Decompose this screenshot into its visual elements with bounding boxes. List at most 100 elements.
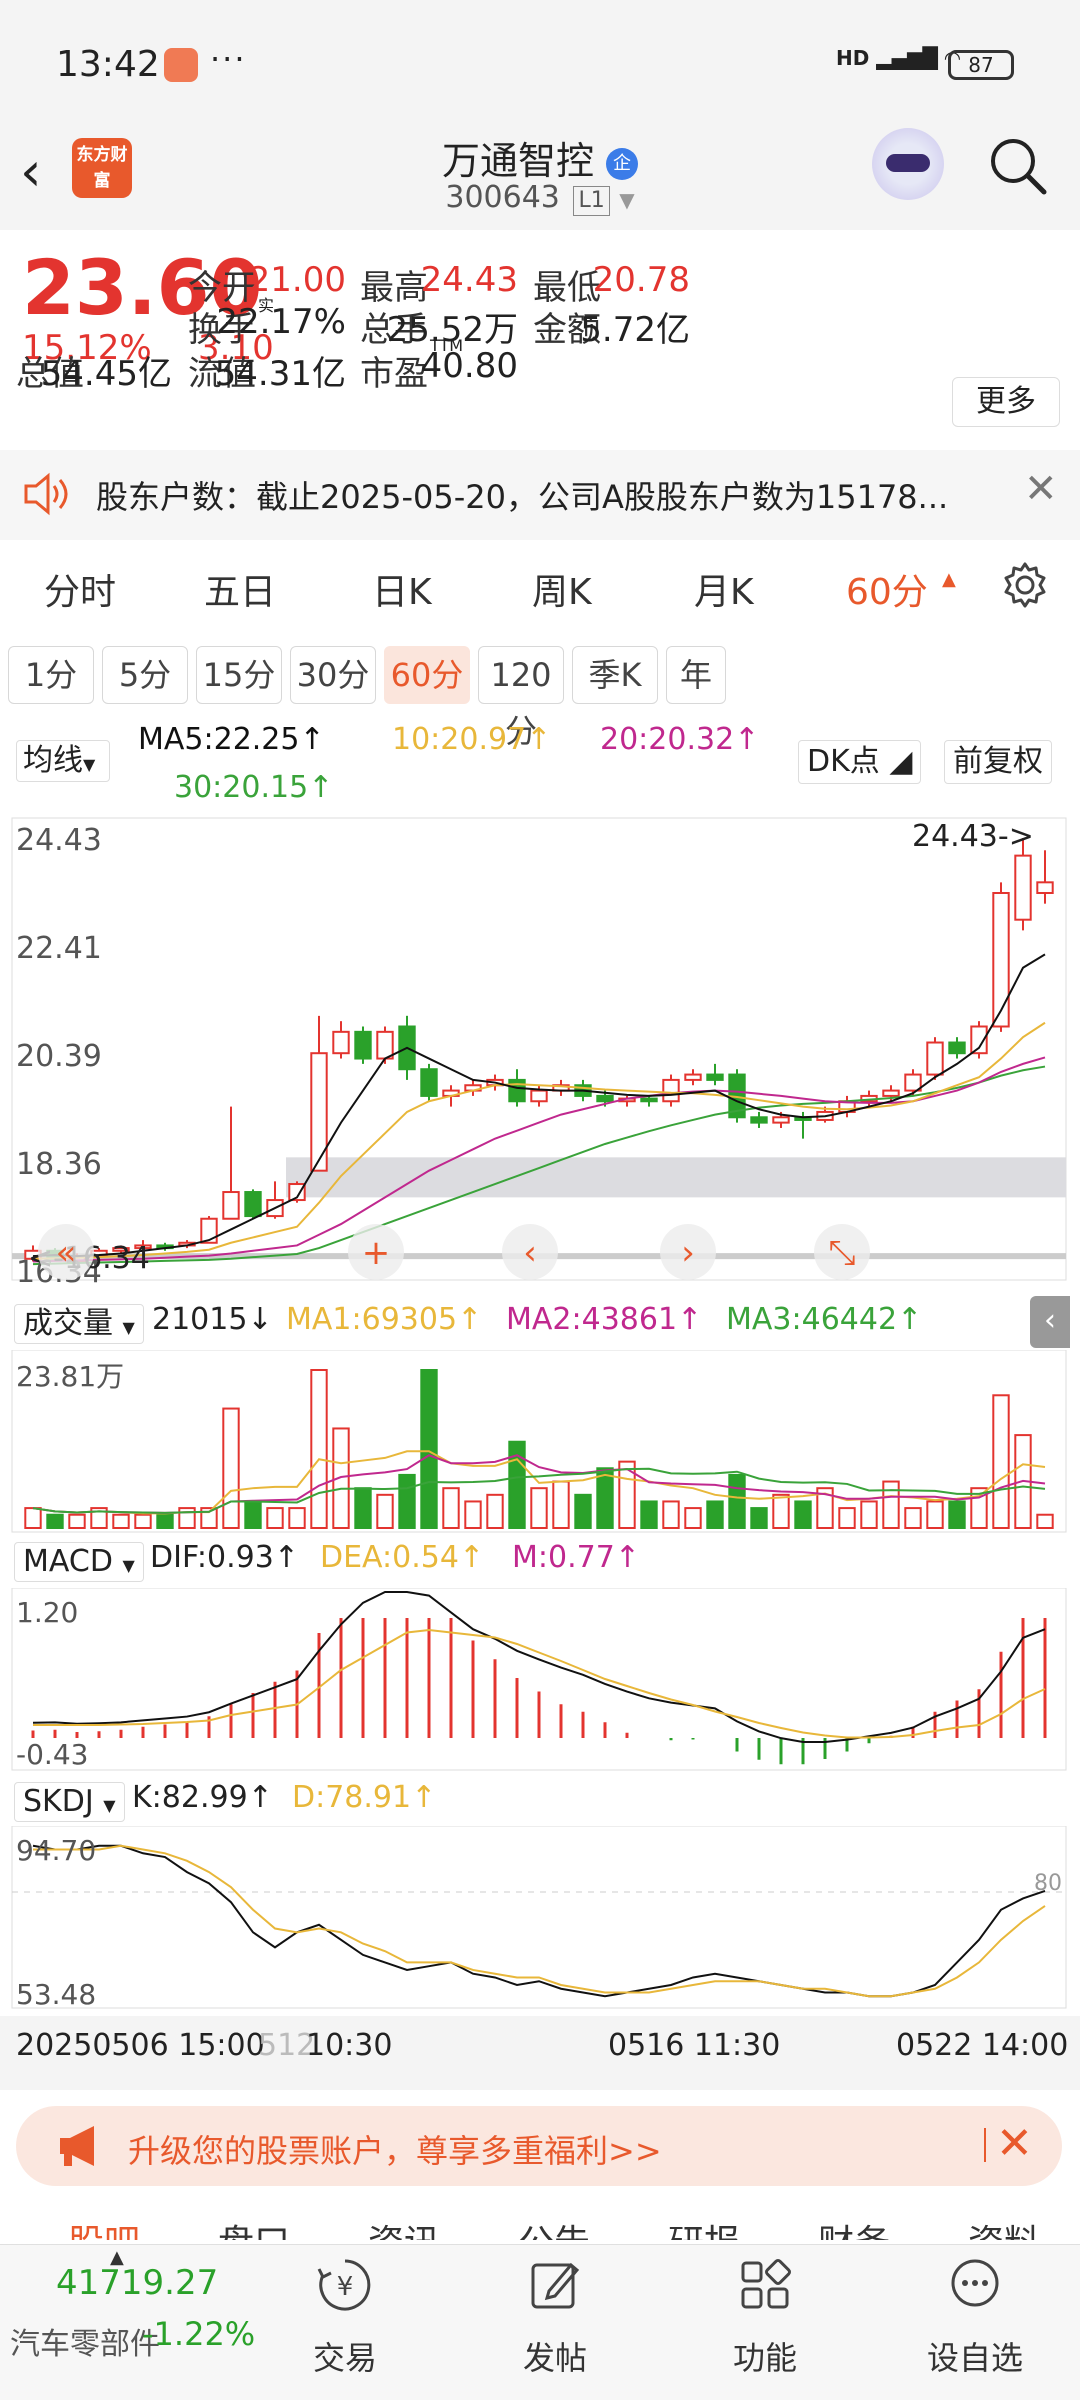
tab-period-5[interactable]: 60分 xyxy=(846,563,928,615)
post-button[interactable]: 发帖 xyxy=(490,2255,620,2379)
interval-tabs: 1分 5分 15分 30分 60分 120分 季K 年 xyxy=(0,640,1080,750)
promo-banner[interactable]: 升级您的股票账户，尊享多重福利>> ✕ xyxy=(16,2106,1062,2186)
macd-m: M:0.77↑ xyxy=(512,1540,640,1575)
status-bar: 13:42 ··· HD ▂▄▆█ ◠ 87 xyxy=(0,0,1080,130)
skdj-y-label-0: 94.70 xyxy=(16,1834,96,1867)
skdj-chart[interactable]: 94.70 53.48 80 xyxy=(0,1826,1080,2016)
caret-up-icon: ▲ xyxy=(942,569,956,590)
volume-bar xyxy=(684,1507,702,1529)
volume-selector[interactable]: 成交量 ▼ xyxy=(14,1304,144,1344)
volume-bar xyxy=(948,1500,966,1529)
sector-index-value[interactable]: 41719.27 xyxy=(56,2263,218,2303)
chat-dots-icon xyxy=(951,2259,999,2307)
more-button[interactable]: 更多 xyxy=(952,377,1060,427)
trade-button[interactable]: ¥ 交易 xyxy=(280,2255,410,2379)
trade-label: 交易 xyxy=(312,2339,377,2377)
resistance-zone xyxy=(286,1157,1066,1198)
adjust-selector[interactable]: 前复权 xyxy=(944,740,1052,784)
tab-interval-3[interactable]: 30分 xyxy=(290,646,376,704)
time-label-1b: 10:30 xyxy=(306,2028,393,2063)
content-tab-3[interactable]: 公告 xyxy=(518,2214,590,2240)
kline-y-label-0: 24.43 xyxy=(16,823,102,858)
macd-dea: DEA:0.54↑ xyxy=(320,1540,485,1575)
volume-chart[interactable]: 23.81万 xyxy=(0,1350,1080,1536)
macd-chart[interactable]: 1.20 -0.43 xyxy=(0,1588,1080,1774)
candle-body xyxy=(684,1073,702,1081)
quote-value-1: 24.43 xyxy=(420,260,518,300)
function-button[interactable]: 功能 xyxy=(700,2255,830,2379)
content-tab-4[interactable]: 研报 xyxy=(668,2214,740,2240)
content-tab-1[interactable]: 盘口 xyxy=(218,2214,290,2240)
tab-period-0[interactable]: 分时 xyxy=(44,563,116,615)
quote-value-5: 5.72亿 xyxy=(580,310,690,350)
volume-bar xyxy=(354,1487,372,1530)
macd-frame xyxy=(11,1588,1067,1771)
tab-period-2[interactable]: 日K xyxy=(372,563,432,615)
quote-value-8: 40.80 xyxy=(420,346,518,386)
tab-interval-4[interactable]: 60分 xyxy=(384,646,470,704)
content-tab-2[interactable]: 资讯 xyxy=(368,2214,440,2240)
candle-body xyxy=(354,1030,372,1060)
volume-bar xyxy=(662,1500,680,1529)
skdj-selector[interactable]: SKDJ ▼ xyxy=(14,1782,125,1822)
volume-ma1: MA1:69305↑ xyxy=(286,1302,483,1337)
tab-interval-0[interactable]: 1分 xyxy=(8,646,94,704)
candle-body xyxy=(596,1094,614,1103)
speaker-icon xyxy=(24,472,68,516)
sector-index-pct[interactable]: -1.22% xyxy=(142,2315,255,2353)
collapse-tab-icon[interactable]: ‹ xyxy=(1030,1296,1070,1348)
tab-interval-6[interactable]: 季K xyxy=(572,646,658,704)
candle-body xyxy=(222,1191,240,1220)
kline-y-label-2: 20.39 xyxy=(16,1039,102,1074)
tab-period-3[interactable]: 周K xyxy=(532,563,592,615)
bottom-bar: ▲ 41719.27 汽车零部件 -1.22% ¥ 交易 发帖 功能 设自选 xyxy=(0,2244,1080,2400)
tab-interval-5[interactable]: 120分 xyxy=(478,646,564,750)
tab-period-1[interactable]: 五日 xyxy=(204,563,276,615)
skdj-k: K:82.99↑ xyxy=(132,1780,273,1815)
ma5-value: MA5:22.25↑ xyxy=(138,722,325,757)
add-watchlist-button[interactable]: 设自选 xyxy=(910,2255,1040,2379)
candle-body xyxy=(992,892,1010,1028)
sector-index-name[interactable]: 汽车零部件 xyxy=(10,2319,160,2363)
tab-interval-2[interactable]: 15分 xyxy=(196,646,282,704)
quote-value-7: 54.31亿 xyxy=(214,354,346,394)
candle-body xyxy=(420,1068,438,1097)
add-watchlist-label: 设自选 xyxy=(926,2339,1023,2377)
volume-bar xyxy=(46,1513,64,1530)
volume-y-label: 23.81万 xyxy=(16,1360,124,1393)
volume-bar xyxy=(574,1493,592,1529)
close-icon[interactable]: ✕ xyxy=(996,2118,1033,2169)
expand-icon[interactable]: ⤡ xyxy=(814,1224,870,1280)
indicator-selector[interactable]: 均线▼ xyxy=(16,740,110,782)
content-tabs: 股吧 盘口 资讯 公告 研报 财务 资料 xyxy=(0,2196,1080,2240)
tab-interval-7[interactable]: 年 xyxy=(666,646,726,704)
post-label: 发帖 xyxy=(522,2339,587,2377)
skdj-y-label-1: 53.48 xyxy=(16,1978,96,2011)
assistant-robot-icon[interactable] xyxy=(872,128,944,200)
tab-period-4[interactable]: 月K xyxy=(694,563,754,615)
battery-icon: 87 xyxy=(948,50,1014,80)
signal-icon: HD ▂▄▆█ ◠ xyxy=(836,46,961,70)
dk-point-selector[interactable]: DK点 ◢ xyxy=(798,740,922,784)
volume-bar xyxy=(860,1500,878,1529)
chevron-right-icon[interactable]: › xyxy=(660,1224,716,1280)
chevron-left-icon[interactable]: ‹ xyxy=(502,1224,558,1280)
double-left-icon[interactable]: « xyxy=(38,1224,94,1280)
tab-interval-1[interactable]: 5分 xyxy=(102,646,188,704)
volume-bar xyxy=(244,1500,262,1529)
kline-chart[interactable]: 24.4322.4120.3918.3616.3424.43-><-16.34«… xyxy=(0,810,1080,1290)
skdj-k-line xyxy=(32,1844,1046,1998)
plus-icon[interactable]: + xyxy=(348,1224,404,1280)
search-icon[interactable] xyxy=(986,134,1050,198)
gear-icon[interactable] xyxy=(1000,560,1050,610)
macd-selector[interactable]: MACD ▼ xyxy=(14,1542,144,1582)
macd-y-label-0: 1.20 xyxy=(16,1596,78,1629)
content-tab-0[interactable]: 股吧 xyxy=(68,2214,140,2240)
content-tab-6[interactable]: 资料 xyxy=(968,2214,1040,2240)
volume-bar xyxy=(486,1493,504,1529)
close-icon[interactable]: ✕ xyxy=(1024,466,1058,512)
notice-bar[interactable]: 股东户数：截止2025-05-20，公司A股股东户数为15178... ✕ xyxy=(0,450,1080,540)
enterprise-badge-icon: 企 xyxy=(606,147,639,180)
content-tab-5[interactable]: 财务 xyxy=(818,2214,890,2240)
candle-body xyxy=(662,1078,680,1103)
